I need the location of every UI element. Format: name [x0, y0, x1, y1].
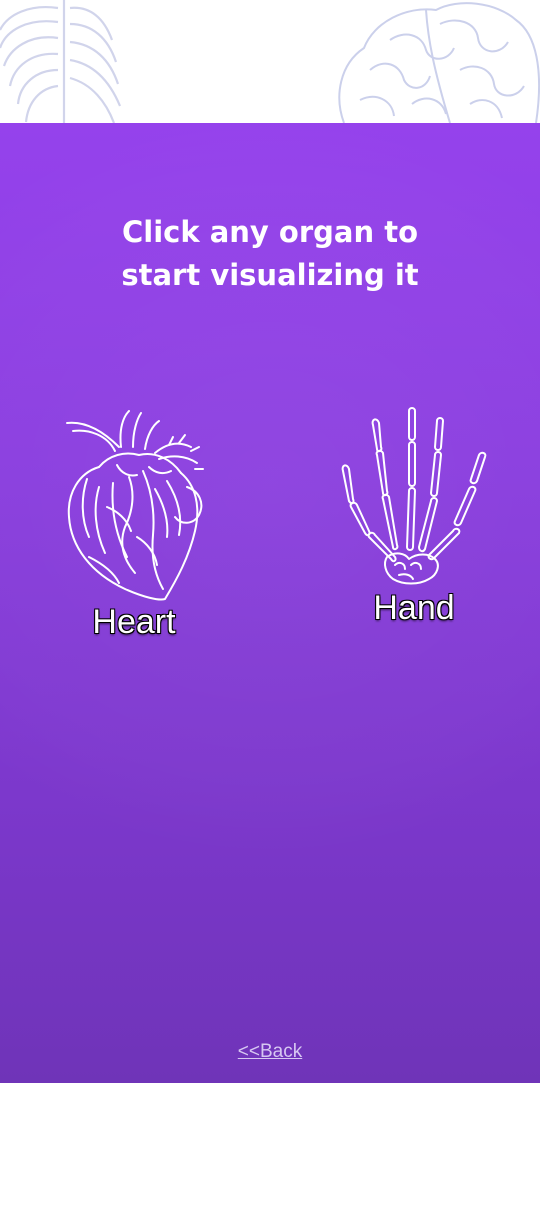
heart-anatomy-icon[interactable] [59, 407, 209, 603]
page-title-line-2: start visualizing it [121, 258, 419, 292]
back-link[interactable]: <<Back [238, 1041, 302, 1062]
organ-heart-label[interactable]: Heart [92, 603, 175, 642]
page-title: Click any organ to start visualizing it [0, 211, 540, 297]
brain-icon [338, 2, 540, 123]
top-banner [0, 0, 540, 123]
organ-hand-button[interactable]: Hand [328, 407, 500, 628]
main-panel: Click any organ to start visualizing it … [0, 123, 540, 1083]
organ-heart-button[interactable]: Heart [44, 407, 224, 642]
page-title-line-1: Click any organ to [121, 215, 419, 249]
back-link-container: <<Back [0, 1041, 540, 1063]
organ-hand-label[interactable]: Hand [373, 589, 454, 628]
ribcage-icon [0, 0, 122, 123]
hand-skeleton-icon[interactable] [339, 407, 489, 589]
